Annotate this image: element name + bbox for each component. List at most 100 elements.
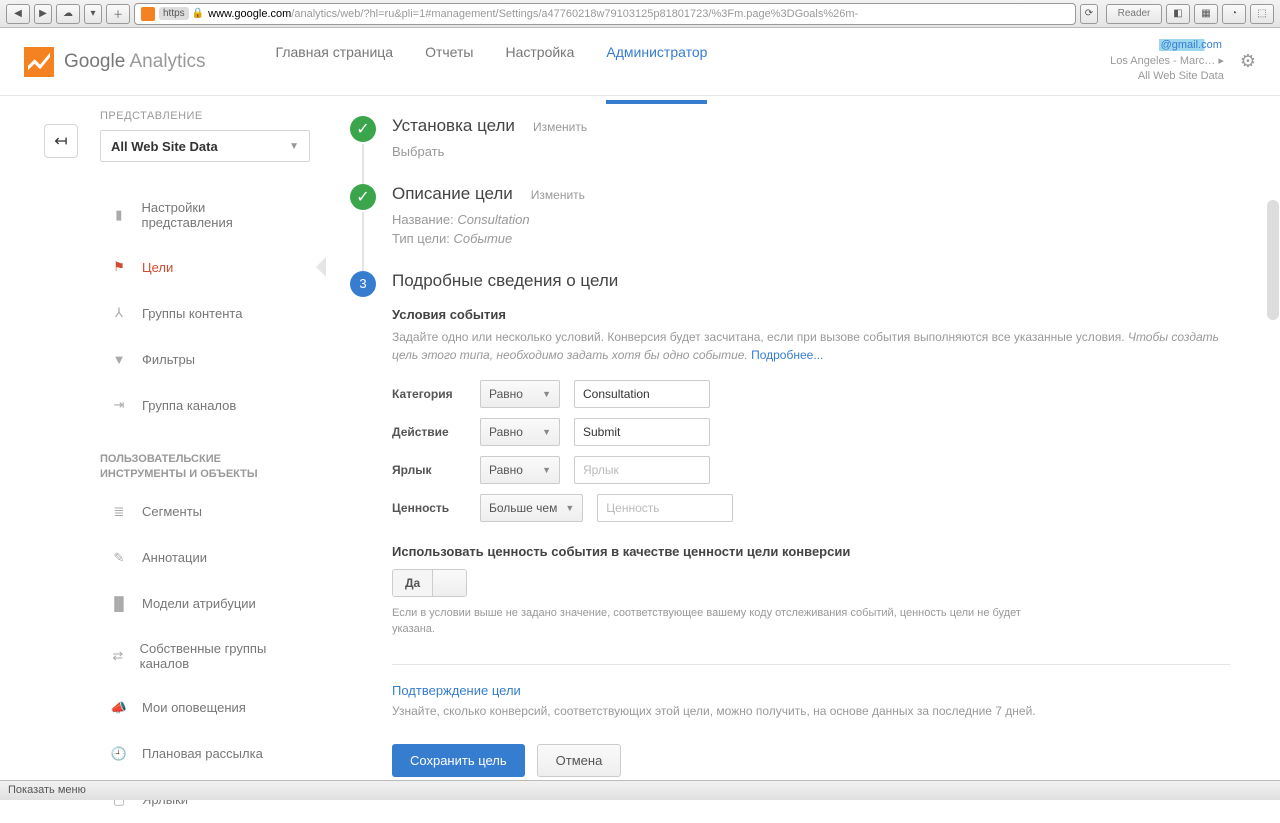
browser-toolbar: ◀ ▶ ☁ ▾ ＋ https 🔒 www.google.com /analyt… xyxy=(0,0,1280,28)
sidebar-label: Сегменты xyxy=(142,504,202,519)
step3-title: Подробные сведения о цели xyxy=(392,271,618,291)
toggle-no[interactable] xyxy=(432,570,466,596)
condition-operator-select[interactable]: Больше чем▼ xyxy=(480,494,583,522)
step-number-badge: 3 xyxy=(350,271,376,297)
sidebar-label: Настройки представления xyxy=(142,200,296,230)
app-header: Google Analytics Главная страница Отчеты… xyxy=(0,28,1280,96)
sidebar-label: Аннотации xyxy=(142,550,207,565)
chevron-down-icon: ▼ xyxy=(542,427,551,437)
step2-edit-link[interactable]: Изменить xyxy=(531,188,585,202)
nav-customization[interactable]: Настройка xyxy=(505,44,574,80)
step2-title: Описание цели xyxy=(392,184,513,204)
sidebar-section-label: ПРЕДСТАВЛЕНИЕ xyxy=(100,110,306,122)
sidebar-label: Группы контента xyxy=(142,306,242,321)
chevron-down-icon: ▼ xyxy=(542,389,551,399)
url-path: /analytics/web/?hl=ru&pli=1#management/S… xyxy=(291,8,858,20)
condition-operator-select[interactable]: Равно▼ xyxy=(480,456,560,484)
clock-icon: 🕘 xyxy=(110,745,128,763)
back-button[interactable]: ↤ xyxy=(44,124,78,158)
gear-icon[interactable]: ⚙ xyxy=(1240,49,1256,74)
save-button[interactable]: Сохранить цель xyxy=(392,744,525,777)
dropdown-button[interactable]: ▾ xyxy=(84,4,102,24)
toggle-yes[interactable]: Да xyxy=(393,570,432,596)
annotation-icon: ✎ xyxy=(110,549,128,567)
view-selector-value: All Web Site Data xyxy=(111,139,218,154)
condition-row: Категория Равно▼ xyxy=(392,380,1230,408)
condition-value-input[interactable] xyxy=(574,380,710,408)
condition-operator-select[interactable]: Равно▼ xyxy=(480,418,560,446)
sidebar-section2-label: ПОЛЬЗОВАТЕЛЬСКИЕ ИНСТРУМЕНТЫ И ОБЪЕКТЫ xyxy=(100,452,306,483)
scrollbar-thumb[interactable] xyxy=(1267,200,1279,320)
sidebar-label: Мои оповещения xyxy=(142,700,246,715)
top-nav: Главная страница Отчеты Настройка Админи… xyxy=(276,44,708,80)
step2-details: Название: Consultation Тип цели: Событие xyxy=(392,210,1230,249)
sidebar-label: Модели атрибуции xyxy=(142,596,256,611)
chevron-down-icon: ▼ xyxy=(289,141,299,152)
condition-value-input[interactable] xyxy=(574,456,710,484)
sidebar-label: Группа каналов xyxy=(142,398,236,413)
conditions-title: Условия события xyxy=(392,307,1230,322)
step-goal-description: ✓ Описание цели Изменить Название: Consu… xyxy=(350,184,1230,249)
sidebar-item-scheduled[interactable]: 🕘Плановая рассылка xyxy=(100,731,306,777)
sidebar-item-view-settings[interactable]: ▮ Настройки представления xyxy=(100,186,306,244)
forward-nav-button[interactable]: ▶ xyxy=(34,4,52,24)
verify-goal-note: Узнайте, сколько конверсий, соответствую… xyxy=(392,704,1230,718)
reader-button[interactable]: Reader xyxy=(1106,4,1162,24)
user-email: @gmail.com xyxy=(1159,39,1224,51)
step1-edit-link[interactable]: Изменить xyxy=(533,120,587,134)
sidebar-item-custom-channels[interactable]: ⇄Собственные группы каналов xyxy=(100,627,306,685)
condition-label: Действие xyxy=(392,425,466,439)
address-bar[interactable]: https 🔒 www.google.com /analytics/web/?h… xyxy=(134,3,1076,25)
sidebar-item-content-groups[interactable]: ⅄ Группы контента xyxy=(100,290,306,336)
ext3-button[interactable]: ◔ xyxy=(1222,4,1246,24)
chevron-down-icon: ▼ xyxy=(542,465,551,475)
condition-row: Ценность Больше чем▼ xyxy=(392,494,1230,522)
sidebar-label: Фильтры xyxy=(142,352,195,367)
segments-icon: ≣ xyxy=(110,503,128,521)
channels-icon: ⇥ xyxy=(110,396,128,414)
event-value-question: Использовать ценность события в качестве… xyxy=(392,544,1230,559)
sidebar-item-channel-group[interactable]: ⇥ Группа каналов xyxy=(100,382,306,428)
sidebar-item-alerts[interactable]: 📣Мои оповещения xyxy=(100,685,306,731)
learn-more-link[interactable]: Подробнее... xyxy=(751,348,823,362)
cloud-button[interactable]: ☁ xyxy=(56,4,80,24)
condition-operator-select[interactable]: Равно▼ xyxy=(480,380,560,408)
sidebar-item-annotations[interactable]: ✎ Аннотации xyxy=(100,535,306,581)
ext4-button[interactable]: ⬚ xyxy=(1250,4,1274,24)
view-selector[interactable]: All Web Site Data ▼ xyxy=(100,130,310,162)
ext1-button[interactable]: ◧ xyxy=(1166,4,1190,24)
people-icon: ⅄ xyxy=(110,304,128,322)
condition-label: Ярлык xyxy=(392,463,466,477)
sidebar-item-goals[interactable]: ⚑ Цели xyxy=(100,244,306,290)
value-note: Если в условии выше не задано значение, … xyxy=(392,605,1032,638)
nav-admin[interactable]: Администратор xyxy=(606,44,707,104)
step-goal-details: 3 Подробные сведения о цели Условия собы… xyxy=(350,271,1230,777)
channels2-icon: ⇄ xyxy=(110,647,126,665)
step1-title: Установка цели xyxy=(392,116,515,136)
bars-icon: ▐▌ xyxy=(110,595,128,613)
ga-logo[interactable]: Google Analytics xyxy=(24,47,206,77)
reload-button[interactable]: ⟳ xyxy=(1080,4,1098,24)
url-domain: www.google.com xyxy=(208,8,291,20)
condition-value-input[interactable] xyxy=(574,418,710,446)
sidebar-item-filters[interactable]: ▼ Фильтры xyxy=(100,336,306,382)
add-tab-button[interactable]: ＋ xyxy=(106,4,130,24)
back-nav-button[interactable]: ◀ xyxy=(6,4,30,24)
cancel-button[interactable]: Отмена xyxy=(537,744,622,777)
verify-goal-link[interactable]: Подтверждение цели xyxy=(392,683,1230,698)
condition-label: Категория xyxy=(392,387,466,401)
check-icon: ✓ xyxy=(350,116,376,142)
sidebar-item-segments[interactable]: ≣ Сегменты xyxy=(100,489,306,535)
step-goal-setup: ✓ Установка цели Изменить Выбрать xyxy=(350,116,1230,162)
condition-value-input[interactable] xyxy=(597,494,733,522)
condition-label: Ценность xyxy=(392,501,466,515)
status-bar: Показать меню xyxy=(0,780,1280,800)
ext2-button[interactable]: ▦ xyxy=(1194,4,1218,24)
nav-home[interactable]: Главная страница xyxy=(276,44,394,80)
value-toggle[interactable]: Да xyxy=(392,569,467,597)
account-info[interactable]: @gmail.com Los Angeles - Marc… ▸ All Web… xyxy=(1110,38,1256,84)
https-badge: https xyxy=(159,7,189,20)
check-icon: ✓ xyxy=(350,184,376,210)
sidebar-item-attribution[interactable]: ▐▌ Модели атрибуции xyxy=(100,581,306,627)
nav-reports[interactable]: Отчеты xyxy=(425,44,473,80)
